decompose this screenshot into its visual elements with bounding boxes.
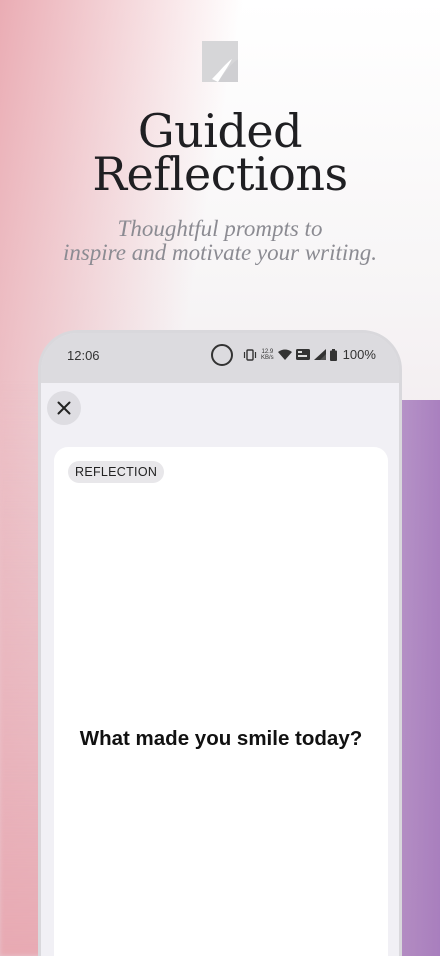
battery-percent: 100% xyxy=(342,347,376,362)
wifi-icon xyxy=(277,349,292,360)
close-icon xyxy=(57,401,71,415)
close-button[interactable] xyxy=(47,391,81,425)
status-icons: 12.9 KB/s 100% xyxy=(243,347,376,362)
subtitle-line-1: Thoughtful prompts to xyxy=(117,216,323,241)
network-speed-value: 12.9 xyxy=(261,348,274,355)
vibrate-icon xyxy=(243,348,257,361)
phone-mockup: 12:06 12.9 KB/s 100% REFLECTION What mad… xyxy=(38,330,402,956)
vowifi-icon xyxy=(295,349,310,360)
status-bar: 12:06 12.9 KB/s 100% xyxy=(41,333,399,383)
page-subtitle: Thoughtful prompts to inspire and motiva… xyxy=(0,217,440,265)
subtitle-line-2: inspire and motivate your writing. xyxy=(62,240,378,265)
reflection-screen: REFLECTION What made you smile today? xyxy=(41,383,399,956)
battery-icon xyxy=(329,348,337,361)
page-title: Guided Reflections xyxy=(0,108,440,201)
page-curl-icon xyxy=(202,41,238,82)
reflection-prompt: What made you smile today? xyxy=(79,727,363,750)
signal-icon xyxy=(313,349,326,360)
title-line-2: Reflections xyxy=(92,147,348,201)
network-speed: 12.9 KB/s xyxy=(261,349,274,361)
status-time: 12:06 xyxy=(67,348,100,363)
network-speed-unit: KB/s xyxy=(261,354,274,361)
category-badge: REFLECTION xyxy=(68,461,165,483)
prompt-card[interactable]: REFLECTION What made you smile today? xyxy=(54,447,388,956)
record-circle-icon xyxy=(211,344,233,366)
